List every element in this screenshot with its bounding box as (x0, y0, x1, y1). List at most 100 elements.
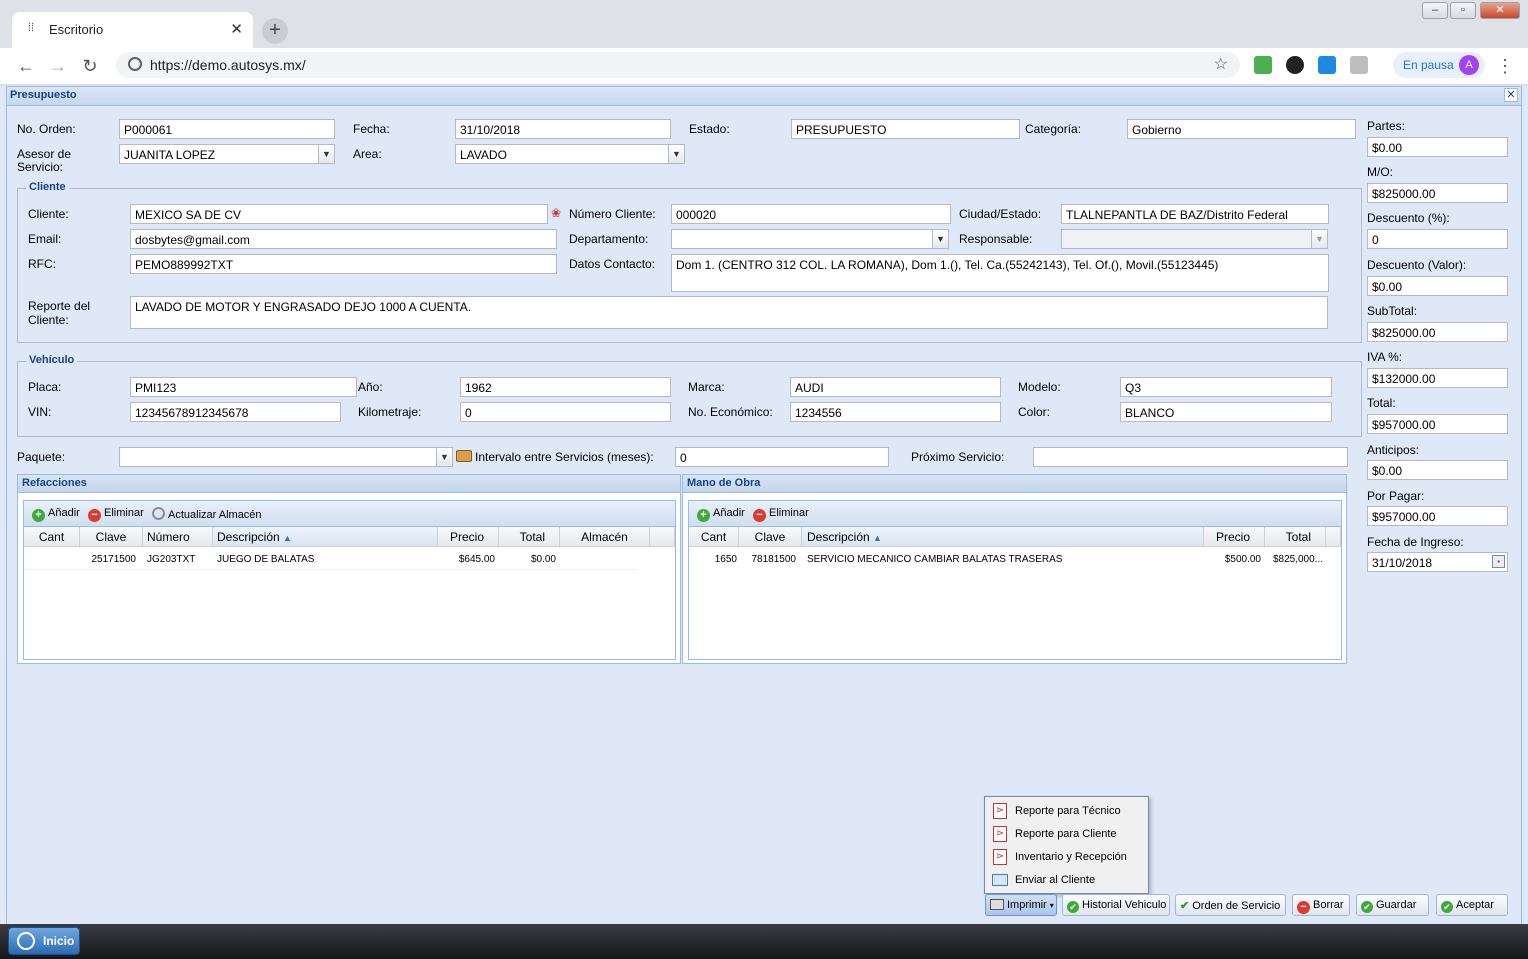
menu-item-reporte-cliente[interactable]: ⋗ Reporte para Cliente (991, 823, 1141, 845)
iva-field[interactable]: $132000.00 (1367, 368, 1508, 388)
mo-field[interactable]: $825000.00 (1367, 183, 1508, 203)
cell-clave: 78181500 (751, 554, 797, 565)
borrar-button[interactable]: − Borrar (1292, 894, 1350, 916)
chevron-down-icon[interactable]: ▼ (436, 448, 452, 466)
total-field[interactable]: $957000.00 (1367, 414, 1508, 434)
menu-item-enviar-cliente[interactable]: Enviar al Cliente (991, 869, 1141, 891)
window-close-button[interactable]: ✕ (1480, 2, 1520, 19)
col-cant[interactable]: Cant (689, 527, 739, 547)
historial-vehiculo-button[interactable]: ✔ Historial Vehiculo (1062, 894, 1170, 916)
categoria-field[interactable]: Gobierno (1127, 119, 1356, 139)
marca-field[interactable]: AUDI (790, 377, 1001, 397)
menu-kebab-icon[interactable]: ⋮ (1496, 56, 1514, 77)
mano-obra-remove-button[interactable]: − Eliminar (753, 507, 809, 522)
guardar-button[interactable]: ✔ Guardar (1356, 894, 1429, 916)
reporte-cliente-field[interactable]: LAVADO DE MOTOR Y ENGRASADO DEJO 1000 A … (130, 296, 1328, 329)
rfc-field[interactable]: PEMO889992TXT (130, 254, 557, 274)
asesor-select[interactable]: JUANITA LOPEZ ▼ (119, 144, 335, 164)
por-pagar-field[interactable]: $957000.00 (1367, 506, 1508, 526)
modelo-field[interactable]: Q3 (1120, 377, 1332, 397)
actualizar-almacen-button[interactable]: Actualizar Almacén (152, 507, 262, 521)
email-field[interactable]: dosbytes@gmail.com (130, 229, 557, 249)
descuento-pct-field[interactable]: 0 (1367, 229, 1508, 249)
descuento-valor-field[interactable]: $0.00 (1367, 276, 1508, 296)
estado-field[interactable]: PRESUPUESTO (791, 119, 1020, 139)
col-clave[interactable]: Clave (739, 527, 802, 547)
col-numero[interactable]: Número (143, 527, 213, 547)
refacciones-add-button[interactable]: + Añadir (32, 507, 80, 522)
col-total[interactable]: Total (1265, 527, 1326, 547)
bookmark-star-icon[interactable]: ☆ (1214, 54, 1228, 74)
fecha-ingreso-value: 31/10/2018 (1372, 556, 1433, 570)
ciudad-label: Ciudad/Estado: (959, 207, 1042, 221)
estado-label: Estado: (689, 122, 730, 136)
cliente-label: Cliente: (28, 207, 69, 221)
maximize-button[interactable]: ▫ (1450, 2, 1476, 19)
refacciones-remove-button[interactable]: − Eliminar (88, 507, 144, 522)
intervalo-field[interactable]: 0 (675, 447, 889, 467)
minimize-button[interactable]: – (1422, 2, 1448, 19)
subtotal-field[interactable]: $825000.00 (1367, 322, 1508, 342)
start-button[interactable]: Inicio (8, 927, 80, 955)
responsable-select[interactable]: ▼ (1061, 229, 1328, 249)
address-bar[interactable]: https://demo.autosys.mx/ ☆ (116, 52, 1240, 78)
close-window-icon[interactable]: ✕ (1504, 88, 1518, 102)
col-clave[interactable]: Clave (80, 527, 143, 547)
mano-obra-add-button[interactable]: + Añadir (697, 507, 745, 522)
close-tab-icon[interactable]: ✕ (230, 20, 243, 38)
col-almacen[interactable]: Almacén (560, 527, 650, 547)
anio-field[interactable]: 1962 (460, 377, 671, 397)
browser-tab[interactable]: ⁞⁞ Escritorio ✕ (12, 12, 253, 48)
calendar-icon[interactable]: ▪ (1492, 555, 1505, 568)
table-row[interactable]: 25171500 JG203TXT JUEGO DE BALATAS $645.… (24, 549, 636, 570)
package-icon[interactable] (456, 450, 472, 462)
chevron-down-icon[interactable]: ▼ (318, 145, 334, 163)
table-row[interactable]: 1650 78181500 SERVICIO MECANICO CAMBIAR … (689, 549, 1325, 570)
back-icon[interactable]: ← (14, 54, 38, 78)
extension-chart-icon[interactable] (1254, 56, 1272, 74)
proximo-servicio-field[interactable] (1033, 447, 1348, 467)
chevron-down-icon[interactable]: ▼ (668, 145, 684, 163)
paquete-select[interactable]: ▼ (119, 447, 453, 467)
profile-chip[interactable]: En pausa A (1393, 52, 1485, 78)
departamento-select[interactable]: ▼ (671, 229, 949, 249)
col-descripcion[interactable]: Descripción ▲ (213, 527, 438, 547)
color-field[interactable]: BLANCO (1120, 402, 1332, 422)
new-tab-button[interactable]: + (262, 18, 288, 44)
no-orden-field[interactable]: P000061 (119, 119, 335, 139)
fecha-ingreso-field[interactable]: 31/10/2018 ▪ (1367, 552, 1508, 572)
refresh-icon (152, 507, 165, 520)
col-precio[interactable]: Precio (438, 527, 499, 547)
anticipos-field[interactable]: $0.00 (1367, 460, 1508, 480)
client-lookup-icon[interactable]: ❀ (551, 206, 567, 222)
area-select[interactable]: LAVADO ▼ (455, 144, 685, 164)
col-cant[interactable]: Cant (24, 527, 80, 547)
col-precio[interactable]: Precio (1204, 527, 1265, 547)
orden-servicio-button[interactable]: ✔ Orden de Servicio (1175, 894, 1286, 916)
forward-icon[interactable]: → (46, 54, 70, 78)
menu-item-inventario[interactable]: ⋗ Inventario y Recepción (991, 846, 1141, 868)
col-total[interactable]: Total (499, 527, 560, 547)
imprimir-button[interactable]: Imprimir ▾ (985, 894, 1057, 916)
col-descripcion[interactable]: Descripción ▲ (802, 527, 1204, 547)
partes-field[interactable]: $0.00 (1367, 137, 1508, 157)
site-info-icon[interactable] (128, 57, 142, 71)
extension-circle-icon[interactable] (1286, 56, 1304, 74)
extension-doc-icon[interactable] (1350, 56, 1368, 74)
cell-precio: $645.00 (458, 554, 495, 565)
chevron-down-icon[interactable]: ▼ (1311, 230, 1327, 248)
aceptar-button[interactable]: ✔ Aceptar (1436, 894, 1508, 916)
cliente-field[interactable]: MEXICO SA DE CV (130, 204, 548, 224)
placa-field[interactable]: PMI123 (130, 377, 357, 397)
vin-field[interactable]: 12345678912345678 (130, 402, 341, 422)
numero-cliente-field[interactable]: 000020 (671, 204, 951, 224)
kilometraje-field[interactable]: 0 (460, 402, 671, 422)
extension-scissors-icon[interactable] (1318, 56, 1336, 74)
economico-field[interactable]: 1234556 (790, 402, 1001, 422)
datos-contacto-field[interactable]: Dom 1. (CENTRO 312 COL. LA ROMANA), Dom … (671, 254, 1329, 292)
menu-item-reporte-tecnico[interactable]: ⋗ Reporte para Técnico (991, 800, 1141, 822)
reload-icon[interactable]: ↻ (78, 54, 102, 78)
ciudad-field[interactable]: TLALNEPANTLA DE BAZ/Distrito Federal (1061, 204, 1329, 224)
fecha-field[interactable]: 31/10/2018 (455, 119, 671, 139)
chevron-down-icon[interactable]: ▼ (932, 230, 948, 248)
